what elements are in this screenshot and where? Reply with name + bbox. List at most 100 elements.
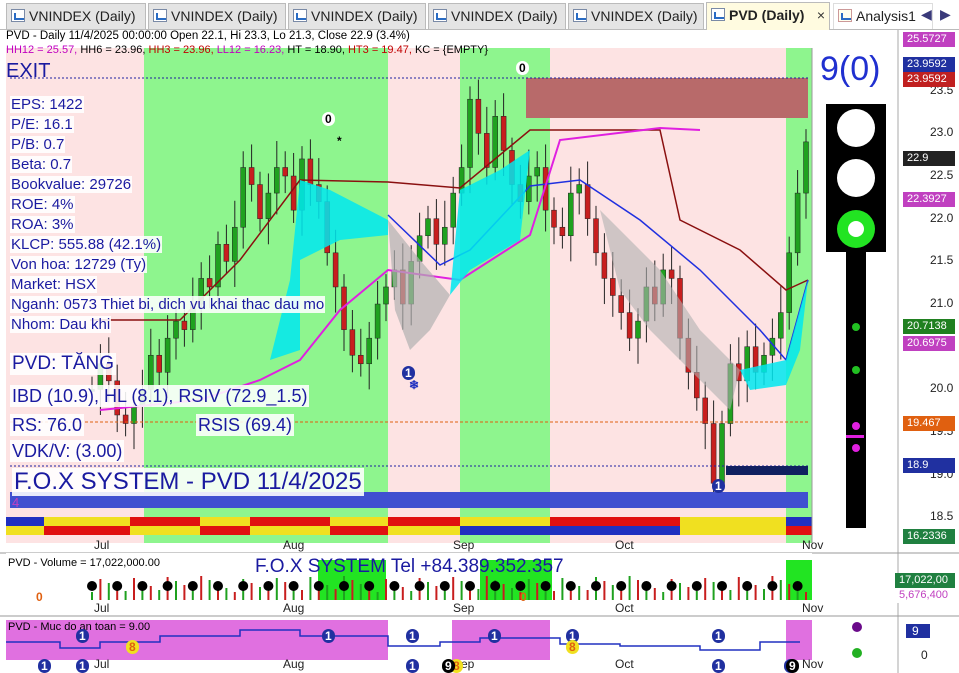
candle-body — [475, 98, 482, 134]
candle-body — [164, 337, 171, 373]
candle-body — [786, 252, 792, 313]
candle-body — [559, 226, 566, 237]
price-tag: 23.9592 — [903, 72, 955, 87]
volume-dot — [263, 581, 274, 591]
band-top — [250, 517, 330, 526]
scroll-right-icon[interactable]: ▶ — [940, 6, 951, 23]
price-tag: 23.9592 — [903, 57, 955, 72]
tab-pvd[interactable]: PVD (Daily) × — [706, 2, 830, 30]
price-tick: 22.0 — [930, 210, 954, 225]
candle-body — [635, 320, 641, 339]
candle-body — [467, 98, 473, 168]
candle-body — [433, 218, 440, 245]
band-top — [388, 517, 460, 526]
small-four: 4 — [12, 495, 20, 510]
candle-body — [484, 133, 490, 168]
fundamental-item: KLCP: 555.88 (42.1%) — [10, 236, 163, 253]
tab-vnindex-1[interactable]: VNINDEX (Daily) — [6, 3, 146, 29]
timeline-zero-mark: 0 — [36, 590, 43, 604]
month-label: Aug — [283, 538, 305, 552]
fundamental-item: Market: HSX — [10, 276, 98, 293]
candle-body — [719, 423, 725, 484]
candle-body — [131, 406, 137, 424]
month-label: Nov — [802, 657, 824, 671]
timeline-one-mark: 1 — [76, 659, 89, 673]
ht-value: HT = 18.90, — [287, 44, 348, 56]
safety-dot-green — [852, 648, 862, 658]
candle-body — [248, 167, 255, 185]
chart-icon — [293, 9, 307, 22]
candle-body — [551, 209, 557, 228]
candle-body — [778, 312, 784, 339]
month-label: Jul — [94, 538, 110, 552]
band-top — [330, 517, 388, 526]
price-tick: 21.5 — [930, 253, 954, 268]
candle-body — [442, 226, 448, 245]
volume-dot — [87, 581, 97, 591]
close-tab-icon[interactable]: × — [817, 3, 825, 27]
month-label: Aug — [283, 601, 305, 615]
kc-value: KC = {EMPTY} — [414, 44, 489, 56]
fundamental-item: P/E: 16.1 — [10, 116, 74, 133]
fundamental-item: Von hoa: 12729 (Ty) — [10, 256, 148, 273]
tab-vnindex-2[interactable]: VNINDEX (Daily) — [148, 3, 286, 29]
chart-icon — [573, 9, 587, 22]
volume-dot — [414, 581, 425, 591]
candle-body — [668, 269, 675, 279]
hh12-value: HH12 = 25.57, — [6, 44, 81, 56]
month-label: Sep — [453, 538, 475, 552]
price-tag: 20.7138 — [903, 319, 955, 334]
scroll-left-icon[interactable]: ◀ — [921, 6, 932, 23]
band-bottom — [6, 526, 44, 535]
candle-body — [349, 329, 356, 356]
volume-dot — [238, 581, 249, 591]
hh3-value: HH3 = 23.96, — [148, 44, 217, 56]
candle-body — [374, 303, 381, 339]
tab-vnindex-3[interactable]: VNINDEX (Daily) — [288, 3, 426, 29]
volume-dot — [162, 581, 173, 591]
volume-tag: 17,022,00 — [895, 573, 955, 588]
timeline-one-mark: 1 — [488, 629, 501, 643]
chart-area[interactable]: PVD - Daily 11/4/2025 00:00:00 Open 22.1… — [0, 30, 959, 673]
volume-dot — [540, 581, 551, 591]
band-bottom — [200, 526, 250, 535]
fundamental-item: Beta: 0.7 — [10, 156, 73, 173]
candle-body — [710, 423, 717, 484]
safety-axis: 0 — [921, 648, 928, 662]
volume-dot — [565, 581, 576, 591]
candle-body — [232, 226, 238, 262]
volume-dot — [767, 581, 778, 591]
volume-dot — [187, 581, 198, 591]
safety-tag: 9 — [906, 624, 930, 638]
band-top — [786, 517, 812, 526]
candle-body — [173, 320, 179, 339]
tab-bar: VNINDEX (Daily) VNINDEX (Daily) VNINDEX … — [0, 0, 959, 30]
band-top — [680, 517, 786, 526]
band-top — [44, 517, 130, 526]
candle-body — [626, 312, 633, 339]
month-label: Oct — [615, 657, 634, 671]
candle-body — [223, 244, 230, 262]
month-label: Aug — [283, 657, 305, 671]
volume-dot — [792, 581, 803, 591]
price-tag: 16.2336 — [903, 529, 955, 544]
tab-vnindex-5[interactable]: VNINDEX (Daily) — [568, 3, 704, 29]
volume-dot — [213, 581, 223, 591]
candle-body — [265, 192, 272, 219]
month-label: Nov — [802, 601, 824, 615]
candle-body — [601, 252, 608, 279]
band-bottom — [680, 526, 786, 535]
tab-analysis1[interactable]: Analysis1 — [833, 3, 933, 29]
price-tag: 22.3927 — [903, 192, 955, 207]
tab-vnindex-4[interactable]: VNINDEX (Daily) — [428, 3, 566, 29]
volume-dot — [717, 581, 727, 591]
candle-body — [794, 192, 801, 254]
volume-dot — [666, 581, 677, 591]
month-label: Sep — [453, 601, 475, 615]
star-mark: * — [337, 134, 342, 148]
price-tick: 20.0 — [930, 381, 954, 396]
price-tag: 22.9 — [903, 151, 955, 166]
phone-label: F.O.X SYSTEM Tel +84.389.352.357 — [255, 556, 564, 577]
timeline-nine-mark: 9 — [442, 659, 455, 673]
timeline-eight-mark: 8 — [126, 640, 139, 654]
